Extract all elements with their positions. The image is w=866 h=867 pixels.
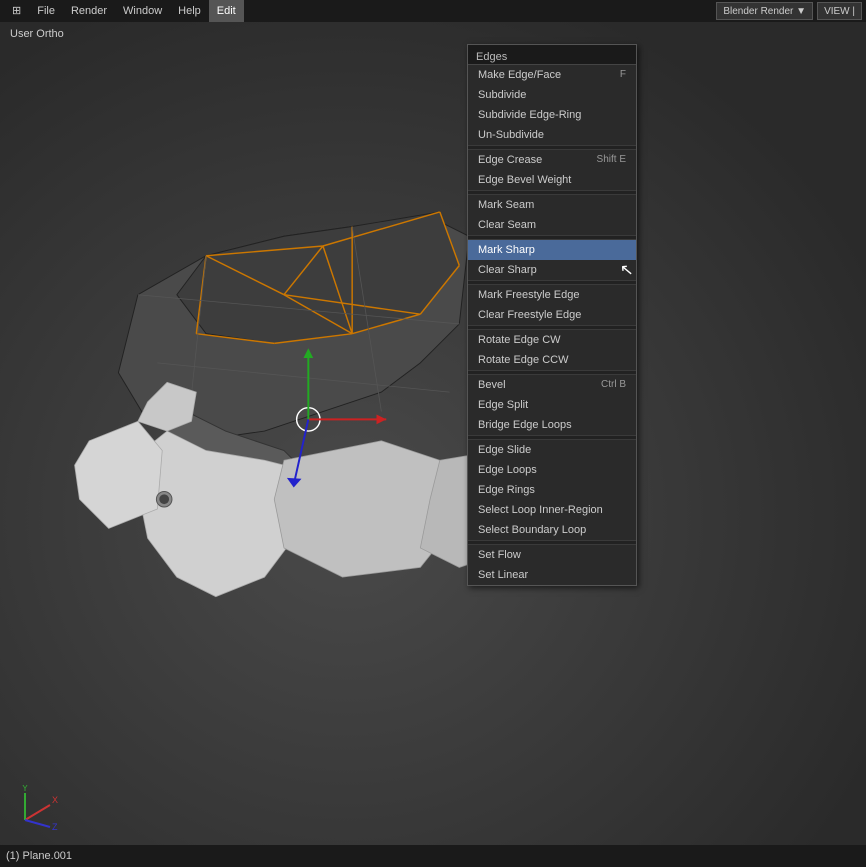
menu-item-edge-crease[interactable]: Edge Crease Shift E — [468, 150, 636, 170]
menu-render[interactable]: Render — [63, 0, 115, 22]
menu-item-edge-slide[interactable]: Edge Slide — [468, 440, 636, 460]
viewport-label: User Ortho — [10, 28, 64, 40]
menu-item-rotate-edge-cw[interactable]: Rotate Edge CW — [468, 330, 636, 350]
menu-item-edge-rings[interactable]: Edge Rings — [468, 480, 636, 500]
axis-widget: X Y Z — [10, 785, 60, 835]
menu-item-mark-sharp[interactable]: Mark Sharp — [468, 240, 636, 260]
blender-logo[interactable]: ⊞ — [4, 0, 29, 22]
render-engine-selector[interactable]: Blender Render ▼ — [716, 2, 813, 20]
svg-text:Z: Z — [52, 822, 58, 832]
menu-item-mark-freestyle-edge[interactable]: Mark Freestyle Edge — [468, 285, 636, 305]
menu-help[interactable]: Help — [170, 0, 209, 22]
view-controls[interactable]: VIEW | — [817, 2, 862, 20]
menu-item-subdivide[interactable]: Subdivide — [468, 85, 636, 105]
top-bar: ⊞ File Render Window Help Edit Blender R… — [0, 0, 866, 22]
menu-item-un-subdivide[interactable]: Un-Subdivide — [468, 125, 636, 145]
menu-file[interactable]: File — [29, 0, 63, 22]
edges-context-menu: Edges Make Edge/Face F Subdivide Subdivi… — [467, 44, 637, 586]
menu-item-clear-sharp[interactable]: Clear Sharp — [468, 260, 636, 280]
bottom-info: (1) Plane.001 — [6, 850, 72, 862]
mode-edit[interactable]: Edit — [209, 0, 244, 22]
viewport-3d[interactable]: User Ortho X Y Z Edges Make Edge/Face F … — [0, 22, 866, 845]
menu-item-subdivide-edge-ring[interactable]: Subdivide Edge-Ring — [468, 105, 636, 125]
menu-item-select-boundary-loop[interactable]: Select Boundary Loop — [468, 520, 636, 540]
menu-item-bevel[interactable]: Bevel Ctrl B — [468, 375, 636, 395]
menu-item-edge-bevel-weight[interactable]: Edge Bevel Weight — [468, 170, 636, 190]
svg-text:Y: Y — [22, 785, 28, 793]
menu-window[interactable]: Window — [115, 0, 170, 22]
3d-model — [0, 22, 866, 845]
menu-item-mark-seam[interactable]: Mark Seam — [468, 195, 636, 215]
menu-item-select-loop-inner-region[interactable]: Select Loop Inner-Region — [468, 500, 636, 520]
menu-item-make-edge-face[interactable]: Make Edge/Face F — [468, 65, 636, 85]
menu-item-clear-freestyle-edge[interactable]: Clear Freestyle Edge — [468, 305, 636, 325]
menu-item-set-flow[interactable]: Set Flow — [468, 545, 636, 565]
menu-title: Edges — [468, 45, 636, 65]
bottom-bar: (1) Plane.001 — [0, 845, 866, 867]
menu-item-clear-seam[interactable]: Clear Seam — [468, 215, 636, 235]
menu-item-rotate-edge-ccw[interactable]: Rotate Edge CCW — [468, 350, 636, 370]
menu-item-set-linear[interactable]: Set Linear — [468, 565, 636, 585]
menu-item-edge-loops[interactable]: Edge Loops — [468, 460, 636, 480]
svg-text:X: X — [52, 795, 58, 805]
menu-item-bridge-edge-loops[interactable]: Bridge Edge Loops — [468, 415, 636, 435]
menu-item-edge-split[interactable]: Edge Split — [468, 395, 636, 415]
